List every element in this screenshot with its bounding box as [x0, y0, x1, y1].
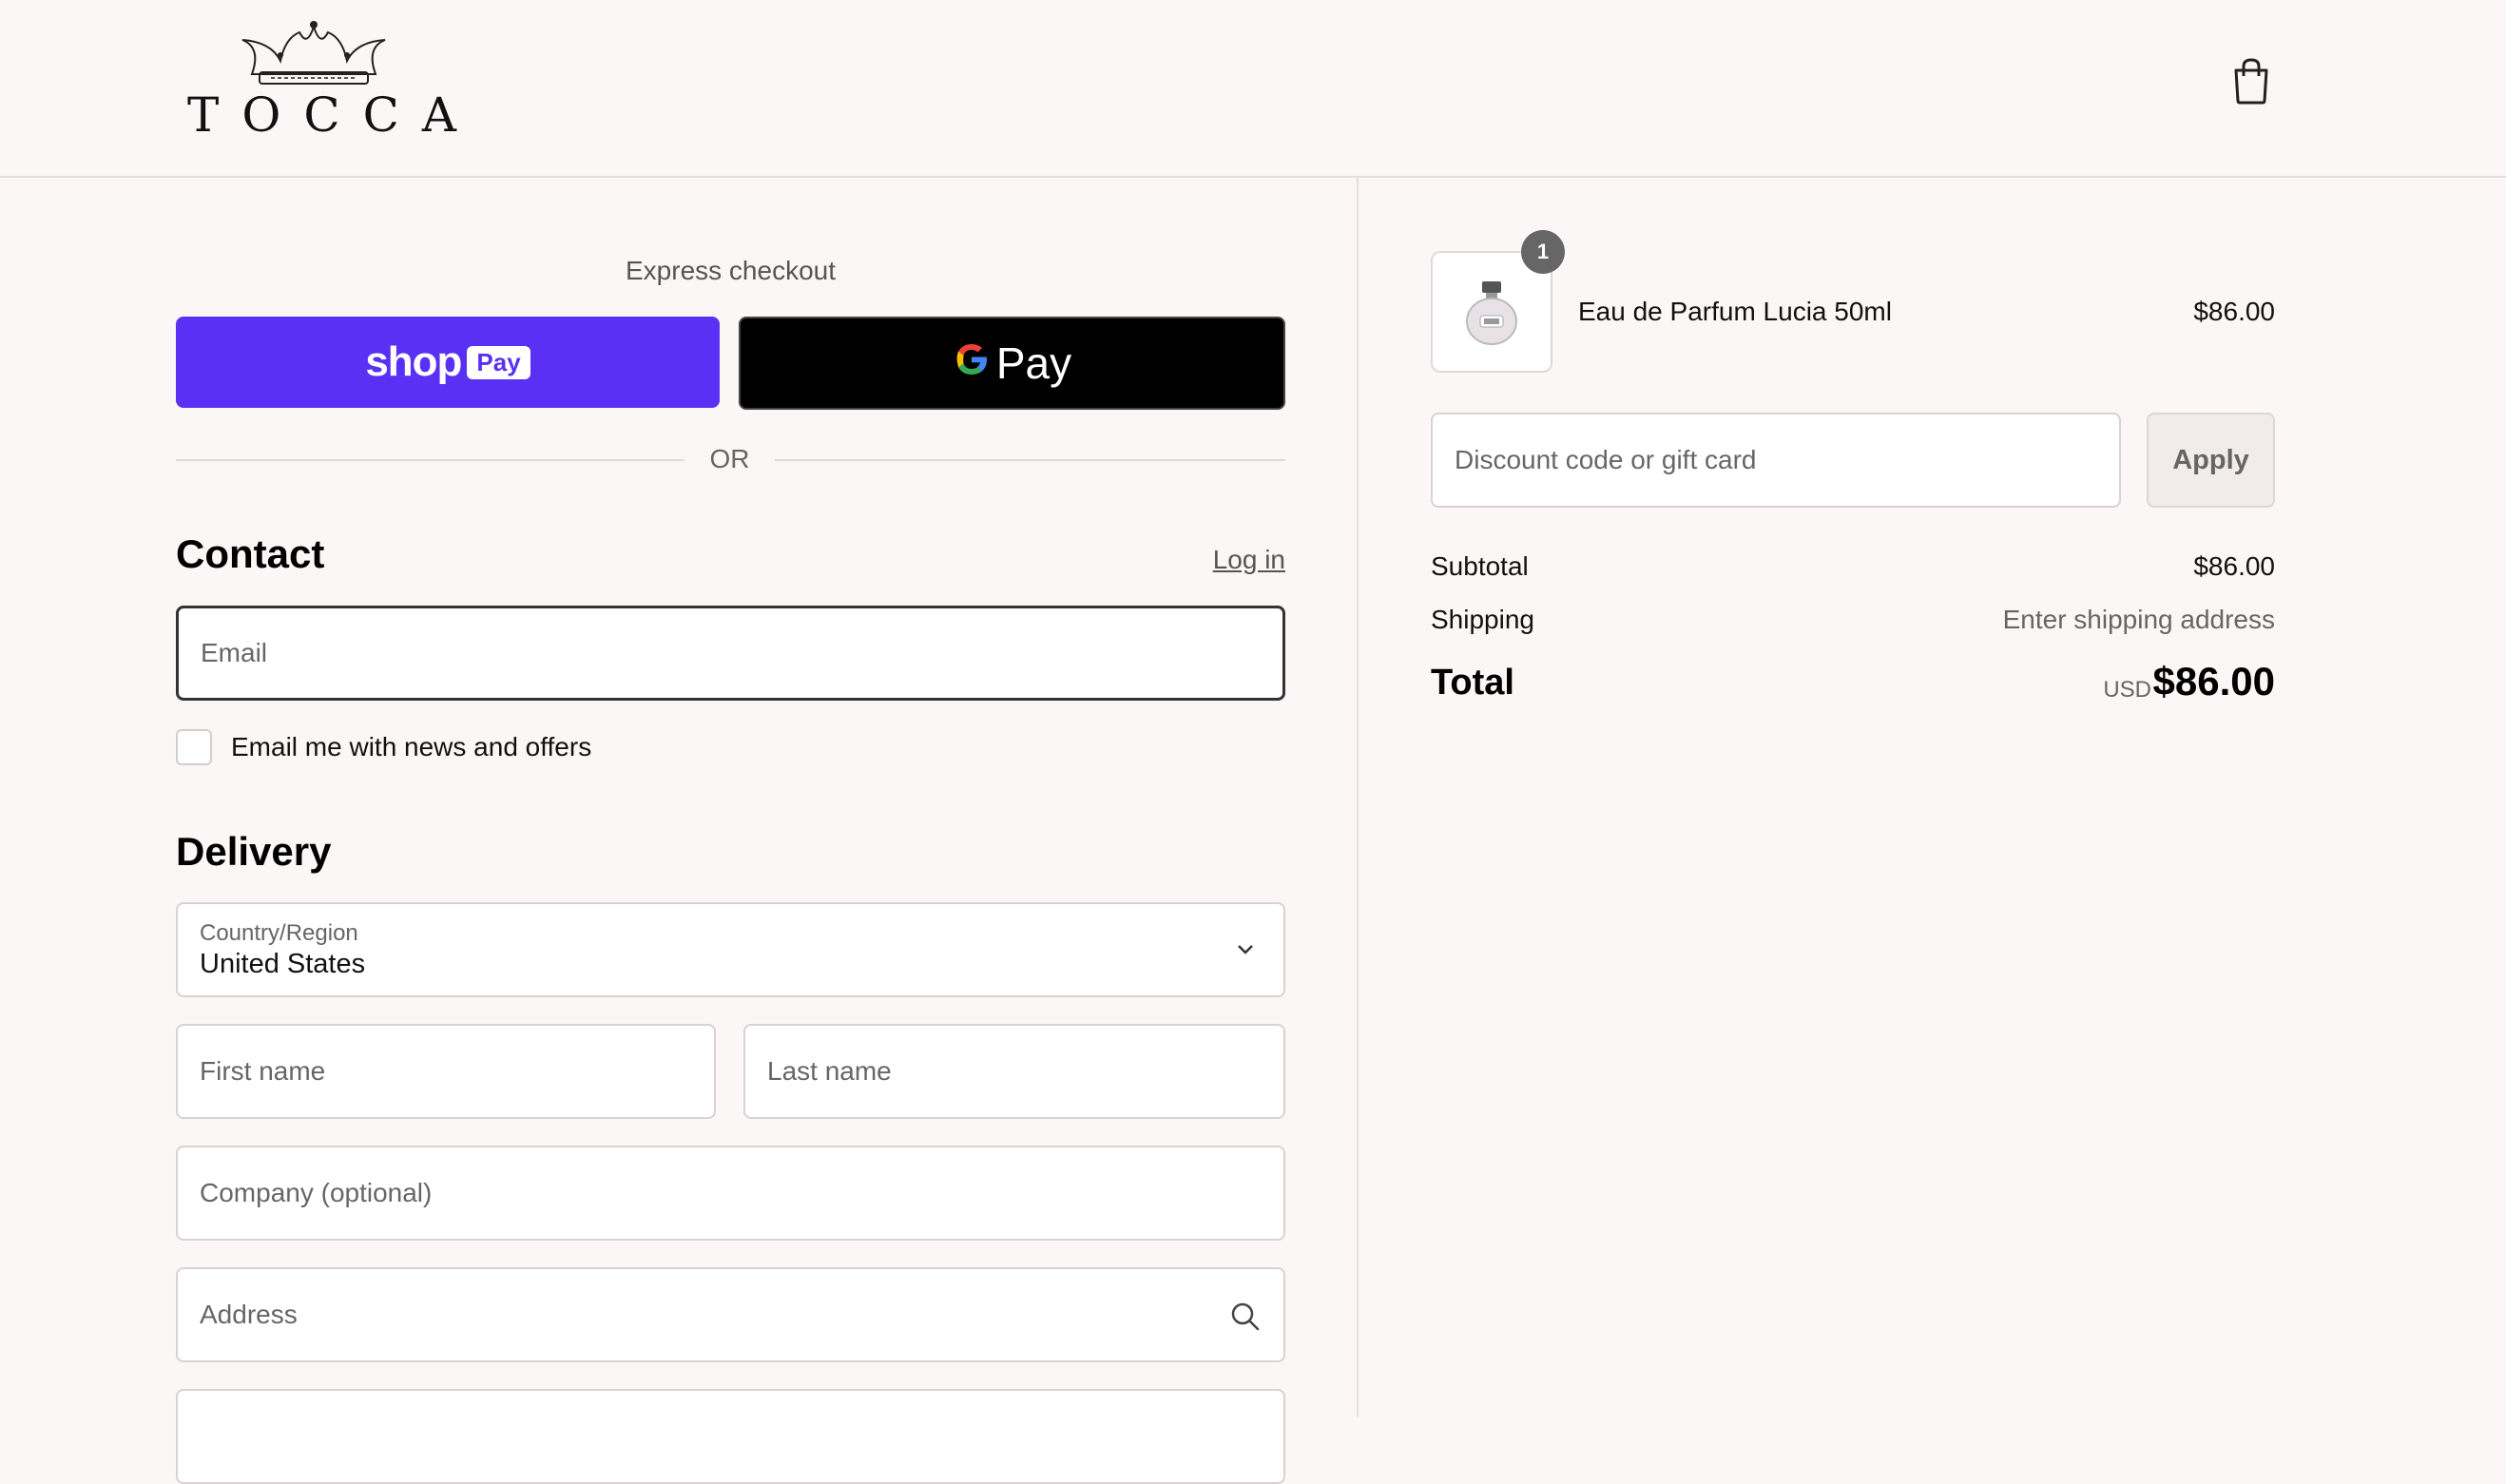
google-pay-button[interactable]: Pay [739, 317, 1285, 410]
delivery-heading: Delivery [176, 829, 332, 874]
brand-name: TOCCA [187, 87, 479, 143]
newsletter-checkbox[interactable] [176, 729, 212, 765]
product-name: Eau de Parfum Lucia 50ml [1578, 297, 1892, 326]
address-placeholder: Address [200, 1300, 298, 1329]
address-field[interactable]: Address [176, 1267, 1285, 1362]
or-separator: OR [709, 444, 750, 473]
country-value: United States [200, 948, 366, 979]
shop-pay-button[interactable]: shop Pay [176, 317, 720, 408]
search-icon[interactable] [1228, 1300, 1263, 1334]
login-link[interactable]: Log in [1213, 545, 1285, 575]
contact-heading: Contact [176, 531, 325, 576]
total-value: $86.00 [2152, 659, 2275, 703]
newsletter-label: Email me with news and offers [231, 732, 592, 761]
last-name-field[interactable]: Last name [743, 1024, 1285, 1119]
quantity-badge: 1 [1521, 230, 1565, 274]
subtotal-value: $86.00 [2193, 551, 2275, 581]
chevron-down-icon [1238, 945, 1253, 954]
shipping-label: Shipping [1431, 605, 1534, 634]
subtotal-label: Subtotal [1431, 551, 1529, 581]
newsletter-option: Email me with news and offers [176, 729, 591, 765]
google-pay-text: Pay [995, 338, 1072, 388]
discount-code-field[interactable]: Discount code or gift card [1431, 413, 2121, 508]
country-select[interactable]: Country/Region United States [176, 902, 1285, 997]
first-name-field[interactable]: First name [176, 1024, 716, 1119]
apply-button[interactable]: Apply [2147, 413, 2275, 508]
site-header: TOCCA [0, 0, 2506, 178]
total-label: Total [1431, 663, 1514, 703]
country-label: Country/Region [200, 919, 358, 946]
or-divider-right [775, 459, 1285, 461]
product-price: $86.00 [2193, 297, 2275, 326]
shop-pay-badge: Pay [467, 345, 530, 379]
company-field[interactable]: Company (optional) [176, 1146, 1285, 1241]
column-divider [1357, 178, 1359, 1417]
google-g-icon [953, 337, 991, 389]
shipping-value: Enter shipping address [2002, 605, 2275, 634]
shopping-bag-icon[interactable] [2230, 57, 2272, 105]
crown-logo-icon [241, 21, 386, 85]
shop-pay-wordmark: shop [365, 338, 462, 385]
email-field[interactable]: Email [176, 606, 1285, 701]
apartment-field[interactable] [176, 1389, 1285, 1484]
or-divider-left [176, 459, 684, 461]
express-checkout-title: Express checkout [626, 256, 836, 285]
tocca-logo[interactable]: TOCCA [174, 19, 479, 143]
total-currency: USD [2103, 677, 2151, 703]
